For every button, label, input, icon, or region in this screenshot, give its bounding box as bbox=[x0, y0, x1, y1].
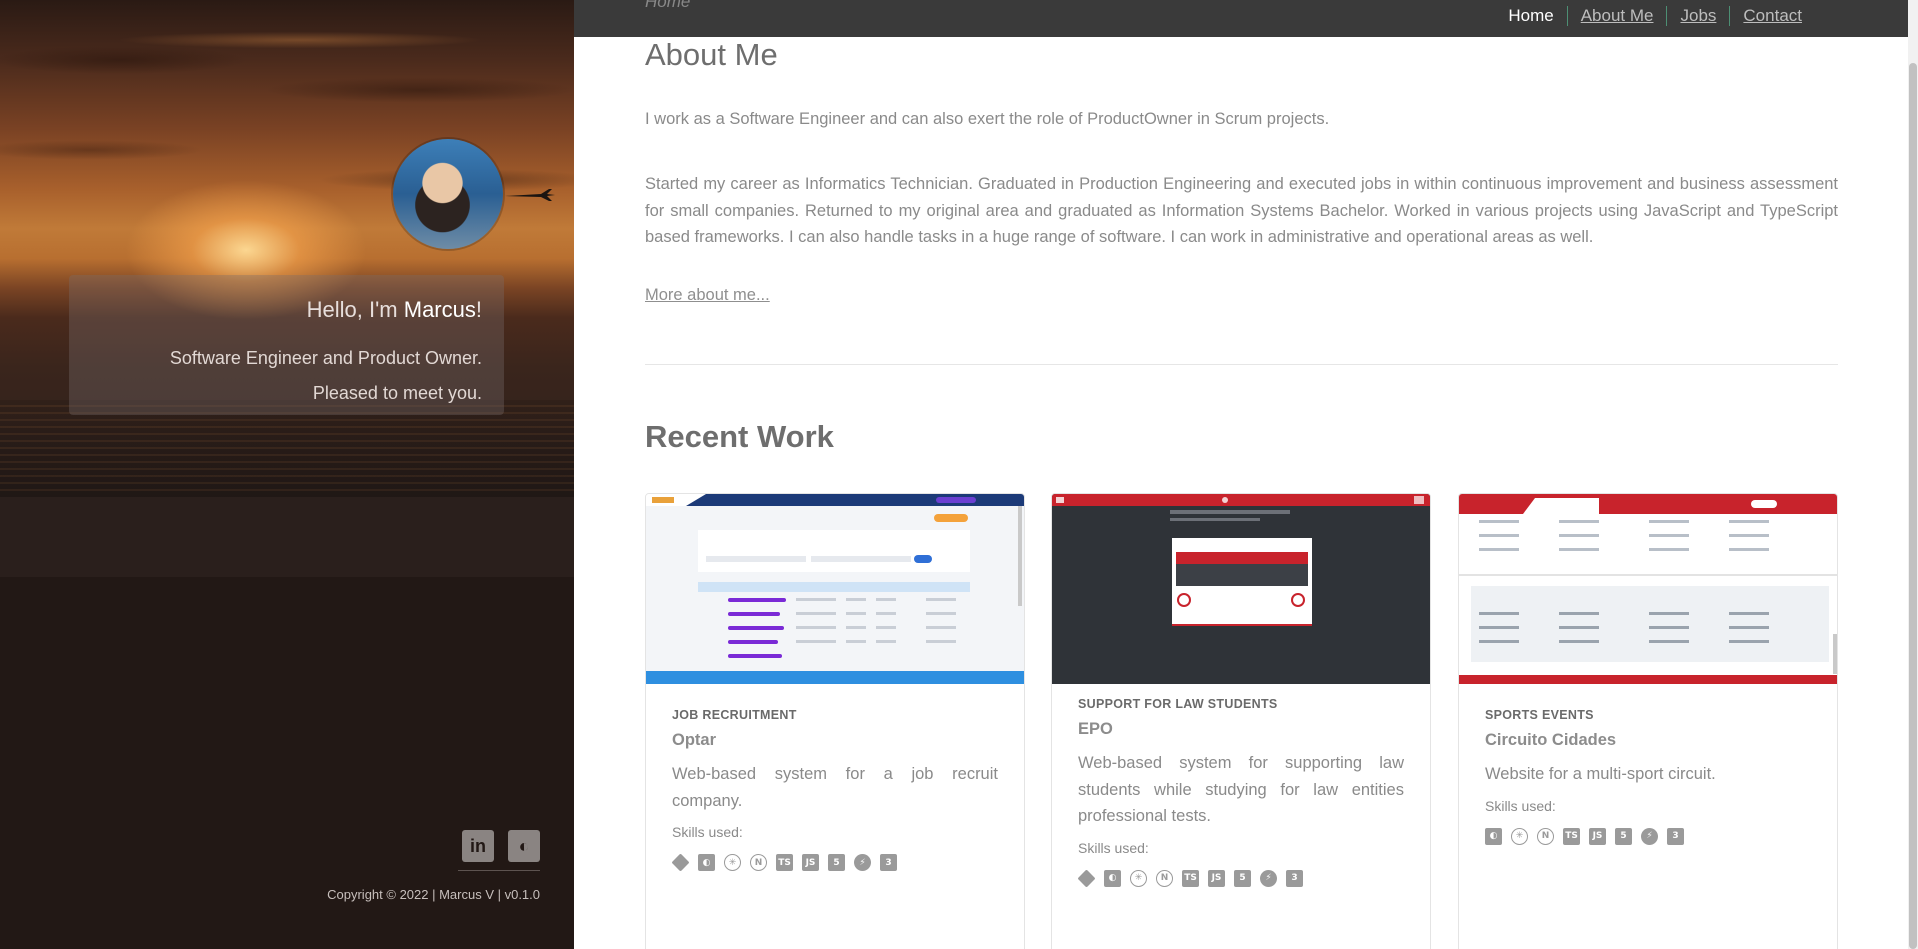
card-description: Website for a multi-sport circuit. bbox=[1485, 765, 1716, 783]
card-category: SUPPORT FOR LAW STUDENTS bbox=[1078, 697, 1278, 711]
card-category: SPORTS EVENTS bbox=[1485, 708, 1594, 722]
typescript-icon: TS bbox=[1563, 827, 1580, 845]
about-title: About Me bbox=[645, 37, 778, 72]
git-icon bbox=[1077, 868, 1096, 888]
card-title[interactable]: Circuito Cidades bbox=[1485, 731, 1811, 750]
skills-icons: ◐ ✳ N TS JS 5 ⚡ 3 bbox=[1077, 868, 1404, 888]
section-divider bbox=[645, 364, 1838, 365]
skills-icons: ◐ ✳ N TS JS 5 ⚡ 3 bbox=[671, 853, 998, 872]
welcome-line: Pleased to meet you. bbox=[312, 383, 482, 403]
card-body: SUPPORT FOR LAW STUDENTS EPO Web-based s… bbox=[1077, 697, 1404, 888]
sea-reflection bbox=[0, 405, 574, 495]
recent-work-title: Recent Work bbox=[645, 419, 834, 454]
skills-label: Skills used: bbox=[1485, 797, 1556, 814]
supabase-icon: ⚡ bbox=[1641, 827, 1658, 845]
github-icon: ◐ bbox=[1104, 869, 1121, 887]
nextjs-icon: N bbox=[1537, 827, 1554, 845]
git-icon bbox=[671, 853, 690, 872]
supabase-icon: ⚡ bbox=[854, 854, 871, 871]
greeting: Hello, I'm Marcus! bbox=[69, 297, 482, 323]
greeting-suffix: ! bbox=[475, 297, 482, 322]
card-description: Web-based system for supporting law stud… bbox=[1078, 754, 1404, 825]
react-icon: ✳ bbox=[1511, 827, 1528, 845]
html-icon: 5 bbox=[1234, 869, 1251, 887]
role-text: Software Engineer and Product Owner. Ple… bbox=[69, 341, 482, 411]
nextjs-icon: N bbox=[1156, 869, 1173, 887]
nextjs-icon: N bbox=[750, 854, 767, 871]
social-links: in ◐ bbox=[462, 830, 540, 862]
page: Hello, I'm Marcus! Software Engineer and… bbox=[0, 0, 1918, 949]
html-icon: 5 bbox=[828, 854, 845, 871]
nav-link-contact[interactable]: Contact bbox=[1729, 6, 1815, 26]
project-card-epo[interactable]: SUPPORT FOR LAW STUDENTS EPO Web-based s… bbox=[1051, 493, 1431, 949]
about-career: Started my career as Informatics Technic… bbox=[645, 175, 1838, 246]
copyright: Copyright © 2022 | Marcus V | v0.1.0 bbox=[327, 887, 540, 902]
scrollbar-thumb[interactable] bbox=[1909, 63, 1917, 949]
github-icon[interactable]: ◐ bbox=[508, 830, 540, 862]
about-intro: I work as a Software Engineer and can al… bbox=[645, 110, 1330, 128]
skills-label: Skills used: bbox=[1078, 839, 1149, 856]
nav-link-jobs[interactable]: Jobs bbox=[1666, 6, 1729, 26]
project-card-optar[interactable]: JOB RECRUITMENT Optar Web-based system f… bbox=[645, 493, 1025, 949]
nav-menu: Home About Me Jobs Contact bbox=[1495, 6, 1815, 26]
project-screenshot bbox=[1052, 494, 1430, 684]
greeting-prefix: Hello, I'm bbox=[306, 297, 404, 322]
airplane-icon bbox=[505, 189, 555, 201]
top-navbar: Home Home About Me Jobs Contact bbox=[574, 0, 1918, 37]
typescript-icon: TS bbox=[1182, 869, 1199, 887]
react-icon: ✳ bbox=[1130, 869, 1147, 887]
project-screenshot bbox=[646, 494, 1024, 684]
profile-sidebar: Hello, I'm Marcus! Software Engineer and… bbox=[0, 0, 574, 949]
typescript-icon: TS bbox=[776, 854, 793, 871]
nav-link-about[interactable]: About Me bbox=[1566, 6, 1667, 26]
javascript-icon: JS bbox=[802, 854, 819, 871]
nav-link-home[interactable]: Home bbox=[1495, 6, 1566, 26]
github-icon: ◐ bbox=[698, 854, 715, 871]
role-line: Software Engineer and Product Owner. bbox=[169, 348, 482, 368]
avatar bbox=[393, 139, 503, 249]
card-body: SPORTS EVENTS Circuito Cidades Website f… bbox=[1485, 708, 1811, 845]
linkedin-icon[interactable]: in bbox=[462, 830, 494, 862]
sidebar-shade bbox=[0, 497, 574, 577]
scrollbar[interactable] bbox=[1908, 0, 1918, 949]
supabase-icon: ⚡ bbox=[1260, 869, 1277, 887]
html-icon: 5 bbox=[1615, 827, 1632, 845]
skills-label: Skills used: bbox=[672, 824, 743, 840]
project-screenshot bbox=[1459, 494, 1837, 684]
social-divider bbox=[458, 870, 540, 871]
skills-icons: ◐ ✳ N TS JS 5 ⚡ 3 bbox=[1485, 827, 1811, 845]
more-about-link[interactable]: More about me... bbox=[645, 286, 770, 305]
card-title[interactable]: EPO bbox=[1078, 720, 1404, 739]
owner-name: Marcus bbox=[403, 297, 476, 322]
css-icon: 3 bbox=[1286, 869, 1303, 887]
card-title[interactable]: Optar bbox=[672, 731, 998, 750]
css-icon: 3 bbox=[1667, 827, 1684, 845]
greeting-card: Hello, I'm Marcus! Software Engineer and… bbox=[69, 275, 504, 415]
github-icon: ◐ bbox=[1485, 827, 1502, 845]
css-icon: 3 bbox=[880, 854, 897, 871]
javascript-icon: JS bbox=[1589, 827, 1606, 845]
javascript-icon: JS bbox=[1208, 869, 1225, 887]
card-body: JOB RECRUITMENT Optar Web-based system f… bbox=[671, 708, 998, 872]
project-card-circuito-cidades[interactable]: SPORTS EVENTS Circuito Cidades Website f… bbox=[1458, 493, 1838, 949]
card-description: Web-based system for a job recruit compa… bbox=[672, 765, 998, 810]
card-category: JOB RECRUITMENT bbox=[672, 708, 797, 722]
react-icon: ✳ bbox=[724, 854, 741, 871]
breadcrumb: Home bbox=[645, 0, 691, 11]
